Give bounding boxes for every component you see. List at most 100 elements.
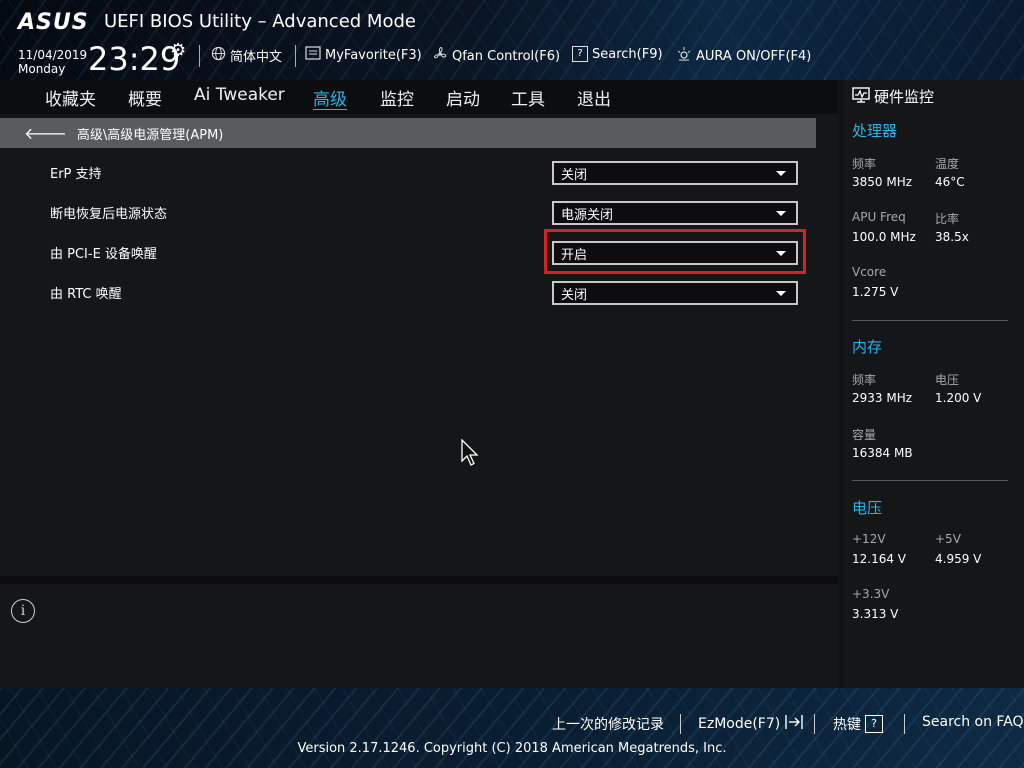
memory-capacity-value: 16384 MB bbox=[852, 446, 913, 460]
last-modified-log-button[interactable]: 上一次的修改记录 bbox=[552, 714, 664, 734]
breadcrumb[interactable]: 🡐 高级\高级电源管理(APM) bbox=[0, 118, 816, 148]
dropdown-value: 开启 bbox=[561, 248, 588, 263]
gear-icon[interactable]: ⚙ bbox=[170, 40, 186, 61]
erp-support-dropdown[interactable]: 关闭 bbox=[552, 161, 798, 185]
cpu-temp-value: 46°C bbox=[935, 175, 965, 189]
tab-exit[interactable]: 退出 bbox=[577, 85, 611, 110]
rtc-wake-dropdown[interactable]: 关闭 bbox=[552, 281, 798, 305]
power-loss-restore-dropdown[interactable]: 电源关闭 bbox=[552, 201, 798, 225]
mouse-cursor-icon bbox=[461, 439, 479, 466]
cpu-section-title: 处理器 bbox=[852, 122, 898, 140]
erp-support-label: ErP 支持 bbox=[50, 167, 102, 182]
language-button[interactable]: 简体中文 bbox=[211, 46, 282, 65]
cpu-temp-label: 温度 bbox=[935, 157, 960, 171]
weekday-text: Monday bbox=[18, 62, 66, 76]
dropdown-caret-icon bbox=[776, 171, 786, 176]
dropdown-value: 关闭 bbox=[561, 288, 588, 303]
pcie-wake-label: 由 PCI-E 设备唤醒 bbox=[50, 247, 157, 262]
v5-label: +5V bbox=[935, 532, 961, 546]
question-box-icon: ? bbox=[572, 46, 588, 62]
info-divider bbox=[0, 576, 838, 584]
monitor-screen-icon bbox=[852, 86, 870, 107]
light-icon bbox=[676, 46, 692, 66]
apu-freq-value: 100.0 MHz bbox=[852, 230, 916, 244]
globe-icon bbox=[211, 46, 226, 65]
header-bar: ASUS UEFI BIOS Utility – Advanced Mode 1… bbox=[0, 0, 1024, 80]
v33-label: +3.3V bbox=[852, 587, 890, 601]
tab-favorites[interactable]: 收藏夹 bbox=[45, 85, 96, 110]
ezmode-button[interactable]: EzMode(F7) bbox=[698, 714, 804, 734]
aura-label: AURA ON/OFF(F4) bbox=[696, 48, 812, 64]
cpu-ratio-value: 38.5x bbox=[935, 230, 969, 244]
help-info-panel: i bbox=[0, 584, 838, 688]
search-label: Search(F9) bbox=[592, 46, 663, 62]
aura-toggle-button[interactable]: AURA ON/OFF(F4) bbox=[676, 46, 811, 66]
date-text: 11/04/2019 bbox=[18, 48, 88, 62]
cpu-freq-value: 3850 MHz bbox=[852, 175, 913, 189]
search-faq-button[interactable]: Search on FAQ bbox=[922, 714, 1024, 730]
dropdown-caret-icon bbox=[776, 211, 786, 216]
breadcrumb-path: 高级\高级电源管理(APM) bbox=[76, 127, 224, 143]
footer-divider bbox=[814, 714, 815, 734]
hardware-monitor-title: 硬件监控 bbox=[852, 86, 934, 107]
footer-bar: 上一次的修改记录 EzMode(F7) 热键 ? Search on FAQ V… bbox=[0, 688, 1024, 768]
power-loss-restore-label: 断电恢复后电源状态 bbox=[50, 207, 168, 222]
cpu-freq-label: 频率 bbox=[852, 157, 877, 171]
voltage-section-title: 电压 bbox=[852, 499, 883, 517]
myfavorite-button[interactable]: MyFavorite(F3) bbox=[305, 46, 422, 64]
qfan-label: Qfan Control(F6) bbox=[452, 48, 561, 64]
vcore-label: Vcore bbox=[852, 265, 887, 279]
dropdown-value: 电源关闭 bbox=[561, 208, 614, 223]
memory-freq-value: 2933 MHz bbox=[852, 391, 913, 405]
dropdown-value: 关闭 bbox=[561, 168, 588, 183]
memory-volt-value: 1.200 V bbox=[935, 391, 982, 405]
tab-boot[interactable]: 启动 bbox=[446, 85, 480, 110]
tab-advanced[interactable]: 高级 bbox=[313, 85, 347, 110]
asus-logo: ASUS bbox=[18, 10, 89, 35]
rtc-wake-label: 由 RTC 唤醒 bbox=[50, 287, 122, 302]
copyright-text: Version 2.17.1246. Copyright (C) 2018 Am… bbox=[297, 741, 727, 756]
search-button[interactable]: ? Search(F9) bbox=[572, 46, 663, 62]
footer-divider bbox=[904, 714, 905, 734]
header-divider bbox=[199, 45, 200, 67]
memory-freq-label: 频率 bbox=[852, 373, 877, 387]
exit-arrow-icon bbox=[784, 714, 804, 734]
tab-monitor[interactable]: 监控 bbox=[380, 85, 414, 110]
pcie-wake-dropdown[interactable]: 开启 bbox=[552, 241, 798, 265]
v12-value: 12.164 V bbox=[852, 552, 907, 566]
section-divider bbox=[852, 320, 1008, 321]
monitor-title-text: 硬件监控 bbox=[874, 88, 935, 106]
date-display: 11/04/2019 Monday bbox=[18, 48, 87, 76]
myfavorite-label: MyFavorite(F3) bbox=[325, 47, 422, 63]
main-tab-bar: 收藏夹 概要 Ai Tweaker 高级 监控 启动 工具 退出 bbox=[0, 80, 838, 114]
apu-freq-label: APU Freq bbox=[852, 210, 906, 224]
v33-value: 3.313 V bbox=[852, 607, 899, 621]
memory-section-title: 内存 bbox=[852, 338, 883, 356]
footer-divider bbox=[680, 714, 681, 734]
clock-display: 23:29 bbox=[88, 40, 181, 78]
app-title: UEFI BIOS Utility – Advanced Mode bbox=[104, 11, 416, 32]
last-modified-label: 上一次的修改记录 bbox=[552, 717, 664, 733]
question-box-icon: ? bbox=[865, 715, 883, 733]
search-faq-label: Search on FAQ bbox=[922, 714, 1024, 730]
hotkeys-button[interactable]: 热键 ? bbox=[833, 714, 883, 734]
header-divider bbox=[295, 45, 296, 67]
favorite-list-icon bbox=[305, 46, 321, 64]
back-arrow-icon[interactable]: 🡐 bbox=[24, 123, 67, 143]
tab-ai-tweaker[interactable]: Ai Tweaker bbox=[194, 85, 285, 105]
memory-capacity-label: 容量 bbox=[852, 428, 877, 442]
vcore-value: 1.275 V bbox=[852, 285, 899, 299]
v12-label: +12V bbox=[852, 532, 886, 546]
dropdown-caret-icon bbox=[776, 291, 786, 296]
hotkeys-label: 热键 bbox=[833, 717, 861, 733]
cpu-ratio-label: 比率 bbox=[935, 212, 960, 226]
fan-icon bbox=[432, 46, 448, 66]
v5-value: 4.959 V bbox=[935, 552, 982, 566]
tab-tool[interactable]: 工具 bbox=[511, 85, 545, 110]
dropdown-caret-icon bbox=[776, 251, 786, 256]
info-icon: i bbox=[11, 599, 35, 623]
tab-main[interactable]: 概要 bbox=[128, 85, 162, 110]
section-divider bbox=[852, 480, 1008, 481]
qfan-control-button[interactable]: Qfan Control(F6) bbox=[432, 46, 560, 66]
memory-volt-label: 电压 bbox=[935, 373, 960, 387]
